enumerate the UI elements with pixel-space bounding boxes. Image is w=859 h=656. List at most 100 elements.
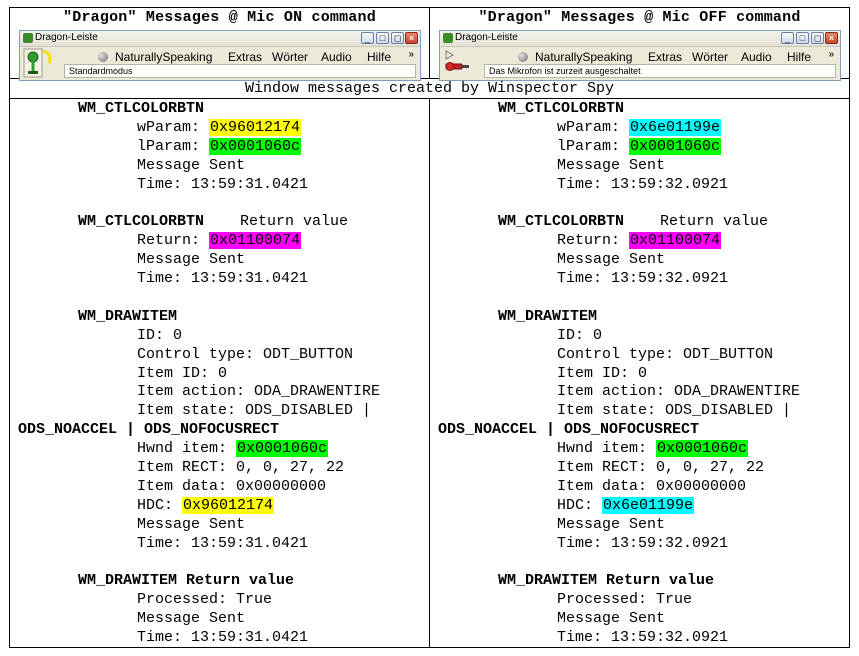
- wparam-value: 0x96012174: [209, 119, 302, 136]
- item-action-line: Item action: ODA_DRAWENTIRE: [557, 383, 801, 400]
- lparam-value: 0x0001060c: [629, 138, 722, 155]
- lparam-value: 0x0001060c: [209, 138, 302, 155]
- message-sent: Message Sent: [557, 610, 666, 627]
- hwnd-value: 0x0001060c: [236, 440, 329, 457]
- status-field: Standardmodus: [64, 64, 416, 78]
- hdc-value: 0x96012174: [182, 497, 275, 514]
- message-name: WM_CTLCOLORBTN: [498, 100, 625, 117]
- wparam-line: wParam: 0x96012174: [137, 118, 302, 137]
- dragon-toolbar-mic-on: Dragon-Leiste _ □ ◻ × NaturallySpeaking …: [19, 30, 421, 81]
- toolbar-titlebar: Dragon-Leiste _ □ ◻ ×: [20, 31, 420, 47]
- message-sent: Message Sent: [557, 251, 666, 268]
- dragon-app-icon: [443, 33, 453, 43]
- hdc-label: HDC:: [557, 497, 603, 514]
- return-value: 0x01100074: [629, 232, 722, 249]
- item-id-line: Item ID: 0: [557, 365, 648, 382]
- menu-woerter[interactable]: Wörter: [272, 50, 308, 64]
- record-dot-icon: [518, 52, 528, 62]
- menu-audio[interactable]: Audio: [741, 50, 772, 64]
- lparam-label: lParam:: [557, 138, 630, 155]
- maximize-button[interactable]: □: [796, 32, 809, 44]
- message-name: WM_CTLCOLORBTN: [78, 213, 205, 230]
- wparam-line: wParam: 0x6e01199e: [557, 118, 722, 137]
- menu-hilfe[interactable]: Hilfe: [787, 50, 811, 64]
- restore-button[interactable]: ◻: [811, 32, 824, 44]
- menu-hilfe[interactable]: Hilfe: [367, 50, 391, 64]
- message-time: Time: 13:59:32.0921: [557, 176, 729, 193]
- return-value-label: Return value: [624, 213, 769, 230]
- message-name: WM_DRAWITEM: [78, 308, 178, 325]
- mic-on-icon[interactable]: [23, 48, 55, 79]
- message-time: Time: 13:59:31.0421: [137, 176, 309, 193]
- message-sent: Message Sent: [557, 516, 666, 533]
- dragon-toolbar-mic-off: Dragon-Leiste _ □ ◻ × NaturallySpeaking …: [439, 30, 841, 81]
- toolbar-titlebar: Dragon-Leiste _ □ ◻ ×: [440, 31, 840, 47]
- message-time: Time: 13:59:31.0421: [137, 535, 309, 552]
- item-id-line: Item ID: 0: [137, 365, 228, 382]
- item-id-line: ID: 0: [557, 327, 603, 344]
- caption-row: Window messages created by Winspector Sp…: [9, 79, 850, 99]
- menu-naturallyspeaking[interactable]: NaturallySpeaking: [535, 50, 632, 64]
- message-sent: Message Sent: [137, 610, 246, 627]
- menu-woerter[interactable]: Wörter: [692, 50, 728, 64]
- menu-naturallyspeaking[interactable]: NaturallySpeaking: [115, 50, 212, 64]
- menu-audio[interactable]: Audio: [321, 50, 352, 64]
- message-time: Time: 13:59:31.0421: [137, 629, 309, 646]
- hdc-label: HDC:: [137, 497, 183, 514]
- minimize-button[interactable]: _: [361, 32, 374, 44]
- item-id-line: ID: 0: [137, 327, 183, 344]
- more-chevron-icon[interactable]: »: [408, 49, 414, 60]
- hwnd-line: Hwnd item: 0x0001060c: [137, 439, 329, 458]
- messages-mic-off: WM_CTLCOLORBTN wParam: 0x6e01199e lParam…: [430, 99, 850, 648]
- control-type-line: Control type: ODT_BUTTON: [557, 346, 774, 363]
- menu-extras[interactable]: Extras: [648, 50, 682, 64]
- message-time: Time: 13:59:31.0421: [137, 270, 309, 287]
- header-title-mic-on: "Dragon" Messages @ Mic ON command: [63, 9, 376, 26]
- item-state-line: Item state: ODS_DISABLED |: [557, 402, 792, 419]
- item-action-line: Item action: ODA_DRAWENTIRE: [137, 383, 381, 400]
- messages-mic-on: WM_CTLCOLORBTN wParam: 0x96012174 lParam…: [9, 99, 430, 648]
- record-dot-icon: [98, 52, 108, 62]
- status-field: Das Mikrofon ist zurzeit ausgeschaltet: [484, 64, 836, 78]
- processed-line: Processed: True: [137, 591, 273, 608]
- return-label: Return:: [137, 232, 210, 249]
- header-title-mic-off: "Dragon" Messages @ Mic OFF command: [478, 9, 801, 26]
- hdc-value: 0x6e01199e: [602, 497, 695, 514]
- return-value: 0x01100074: [209, 232, 302, 249]
- hwnd-label: Hwnd item:: [137, 440, 237, 457]
- message-name: WM_DRAWITEM Return value: [498, 572, 715, 589]
- menu-extras[interactable]: Extras: [228, 50, 262, 64]
- toolbar-title: Dragon-Leiste: [455, 32, 518, 43]
- processed-line: Processed: True: [557, 591, 693, 608]
- message-time: Time: 13:59:32.0921: [557, 535, 729, 552]
- message-sent: Message Sent: [557, 157, 666, 174]
- dragon-app-icon: [23, 33, 33, 43]
- message-name: WM_CTLCOLORBTN: [498, 213, 625, 230]
- minimize-button[interactable]: _: [781, 32, 794, 44]
- wparam-value: 0x6e01199e: [629, 119, 722, 136]
- message-time: Time: 13:59:32.0921: [557, 270, 729, 287]
- control-type-line: Control type: ODT_BUTTON: [137, 346, 354, 363]
- hwnd-line: Hwnd item: 0x0001060c: [557, 439, 749, 458]
- message-name: WM_DRAWITEM Return value: [78, 572, 295, 589]
- hwnd-label: Hwnd item:: [557, 440, 657, 457]
- lparam-line: lParam: 0x0001060c: [557, 137, 722, 156]
- message-name-return: WM_CTLCOLORBTN Return value: [78, 212, 348, 231]
- close-button[interactable]: ×: [825, 32, 838, 44]
- item-data-line: Item data: 0x00000000: [557, 478, 747, 495]
- item-rect-line: Item RECT: 0, 0, 27, 22: [137, 459, 345, 476]
- maximize-button[interactable]: □: [376, 32, 389, 44]
- message-name-return: WM_CTLCOLORBTN Return value: [498, 212, 768, 231]
- wparam-label: wParam:: [557, 119, 630, 136]
- lparam-label: lParam:: [137, 138, 210, 155]
- header-cell-mic-on: "Dragon" Messages @ Mic ON command Drago…: [9, 7, 430, 81]
- item-state-continuation: ODS_NOACCEL | ODS_NOFOCUSRECT: [18, 421, 280, 438]
- more-chevron-icon[interactable]: »: [828, 49, 834, 60]
- return-label: Return:: [557, 232, 630, 249]
- close-button[interactable]: ×: [405, 32, 418, 44]
- header-cell-mic-off: "Dragon" Messages @ Mic OFF command Drag…: [430, 7, 850, 81]
- mic-off-icon[interactable]: [443, 48, 475, 79]
- restore-button[interactable]: ◻: [391, 32, 404, 44]
- item-state-continuation: ODS_NOACCEL | ODS_NOFOCUSRECT: [438, 421, 700, 438]
- message-time: Time: 13:59:32.0921: [557, 629, 729, 646]
